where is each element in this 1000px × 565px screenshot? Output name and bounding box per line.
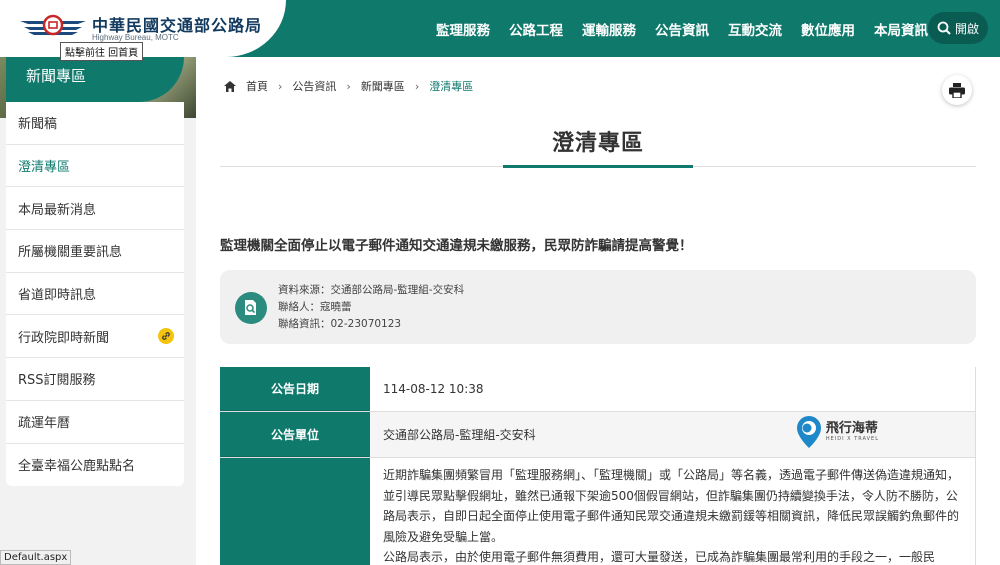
browser-status-bar: Default.aspx <box>0 550 72 565</box>
external-link-icon <box>158 328 174 345</box>
sidebar-item-clarification[interactable]: 澄清專區 <box>6 145 184 188</box>
search-open-button[interactable]: 開啟 <box>928 12 988 44</box>
breadcrumb-news[interactable]: 新聞專區 <box>361 78 405 94</box>
logo-subtitle: Highway Bureau, MOTC <box>92 33 179 42</box>
contact-text: 聯絡人：寇曉蕾 <box>278 301 352 313</box>
watermark-subtitle: HEIDI X TRAVEL <box>825 435 879 442</box>
date-header: 公告日期 <box>220 367 370 411</box>
content-header <box>220 458 370 565</box>
source-lines: 資料來源：交通部公路局-監理組-交安科 聯絡人：寇曉蕾 聯絡資訊：02-2307… <box>278 282 464 333</box>
table-row: 公告單位 交通部公路局-監理組-交安科 飛行海蒂 HEIDI X TRAVEL <box>220 412 976 458</box>
body-paragraph: 近期詐騙集團頻繁冒用「監理服務網」、「監理機關」或「公路局」等名義，透過電子郵件… <box>383 468 960 544</box>
announcement-table: 公告日期 114-08-12 10:38 公告單位 交通部公路局-監理組-交安科… <box>220 367 976 565</box>
watermark: 飛行海蒂 HEIDI X TRAVEL <box>796 415 879 449</box>
sidebar-item-transport-calendar[interactable]: 疏運年曆 <box>6 401 184 444</box>
watermark-title: 飛行海蒂 <box>825 420 878 436</box>
nav-item-announcements[interactable]: 公告資訊 <box>655 19 709 39</box>
unit-value: 交通部公路局-監理組-交安科 <box>383 428 536 442</box>
sidebar-item-executive-yuan[interactable]: 行政院即時新聞 <box>6 315 184 359</box>
document-search-icon <box>235 292 267 324</box>
table-row: 公告日期 114-08-12 10:38 <box>220 367 976 412</box>
sidebar-heading: 新聞專區 <box>6 57 184 102</box>
sidebar-item-press-release[interactable]: 新聞稿 <box>6 102 184 145</box>
main-nav: 監理服務 公路工程 運輸服務 公告資訊 互動交流 數位應用 本局資訊 <box>417 0 928 57</box>
open-label: 開啟 <box>954 21 979 36</box>
source-text: 資料來源：交通部公路局-監理組-交安科 <box>278 284 465 296</box>
sidebar-item-label: 行政院即時新聞 <box>18 330 110 346</box>
breadcrumb-separator-icon: › <box>346 79 351 93</box>
nav-item-about[interactable]: 本局資訊 <box>874 19 928 39</box>
logo-emblem-icon <box>20 14 86 36</box>
sidebar-menu: 新聞稿 澄清專區 本局最新消息 所屬機關重要訊息 省道即時訊息 行政院即時新聞 … <box>6 102 184 486</box>
sidebar-item-happy-deer[interactable]: 全臺幸福公鹿點點名 <box>6 444 184 487</box>
sidebar-item-agency-news[interactable]: 所屬機關重要訊息 <box>6 230 184 273</box>
nav-item-supervision[interactable]: 監理服務 <box>436 19 490 39</box>
breadcrumb-announcements[interactable]: 公告資訊 <box>292 78 336 94</box>
home-tooltip: 點擊前往 回首頁 <box>60 42 144 61</box>
breadcrumb-separator-icon: › <box>414 79 420 93</box>
map-pin-icon <box>796 416 821 448</box>
table-row: 近期詐騙集團頻繁冒用「監理服務網」、「監理機關」或「公路局」等名義，透過電子郵件… <box>220 458 976 565</box>
site-header: 中華民國交通部公路局 Highway Bureau, MOTC 點擊前往 回首頁… <box>0 0 1000 61</box>
body-paragraph: 公路局表示，由於使用電子郵件無須費用，還可大量發送，已成為詐騙集團最常利用的手段… <box>383 550 936 564</box>
nav-item-transport[interactable]: 運輸服務 <box>582 19 636 39</box>
breadcrumb-current[interactable]: 澄清專區 <box>429 78 473 94</box>
main-content: 首頁 › 公告資訊 › 新聞專區 › 澄清專區 澄清專區 監理機關全面停止以電子… <box>196 57 1000 565</box>
printer-icon <box>949 82 965 98</box>
phone-text: 聯絡資訊：02-23070123 <box>278 318 402 330</box>
source-info-box: 資料來源：交通部公路局-監理組-交安科 聯絡人：寇曉蕾 聯絡資訊：02-2307… <box>220 270 976 344</box>
print-button[interactable] <box>942 75 972 105</box>
nav-item-engineering[interactable]: 公路工程 <box>509 19 563 39</box>
sidebar-item-rss[interactable]: RSS訂閱服務 <box>6 358 184 401</box>
nav-item-digital[interactable]: 數位應用 <box>801 19 855 39</box>
breadcrumb-home[interactable]: 首頁 <box>246 78 268 94</box>
home-icon[interactable] <box>224 80 236 92</box>
sidebar-item-highway-info[interactable]: 省道即時訊息 <box>6 273 184 316</box>
title-underline <box>503 165 693 168</box>
content-cell: 近期詐騙集團頻繁冒用「監理服務網」、「監理機關」或「公路局」等名義，透過電子郵件… <box>370 458 976 565</box>
nav-item-interaction[interactable]: 互動交流 <box>728 19 782 39</box>
sidebar-item-latest-news[interactable]: 本局最新消息 <box>6 187 184 231</box>
date-value: 114-08-12 10:38 <box>370 367 976 411</box>
article-headline: 監理機關全面停止以電子郵件通知交通違規未繳服務，民眾防詐騙請提高警覺！ <box>220 238 693 254</box>
unit-cell: 交通部公路局-監理組-交安科 飛行海蒂 HEIDI X TRAVEL <box>370 412 976 457</box>
search-icon <box>937 21 951 35</box>
unit-header: 公告單位 <box>220 412 370 457</box>
breadcrumb: 首頁 › 公告資訊 › 新聞專區 › 澄清專區 <box>224 78 473 94</box>
breadcrumb-separator-icon: › <box>278 79 283 93</box>
page-title: 澄清專區 <box>551 131 644 156</box>
